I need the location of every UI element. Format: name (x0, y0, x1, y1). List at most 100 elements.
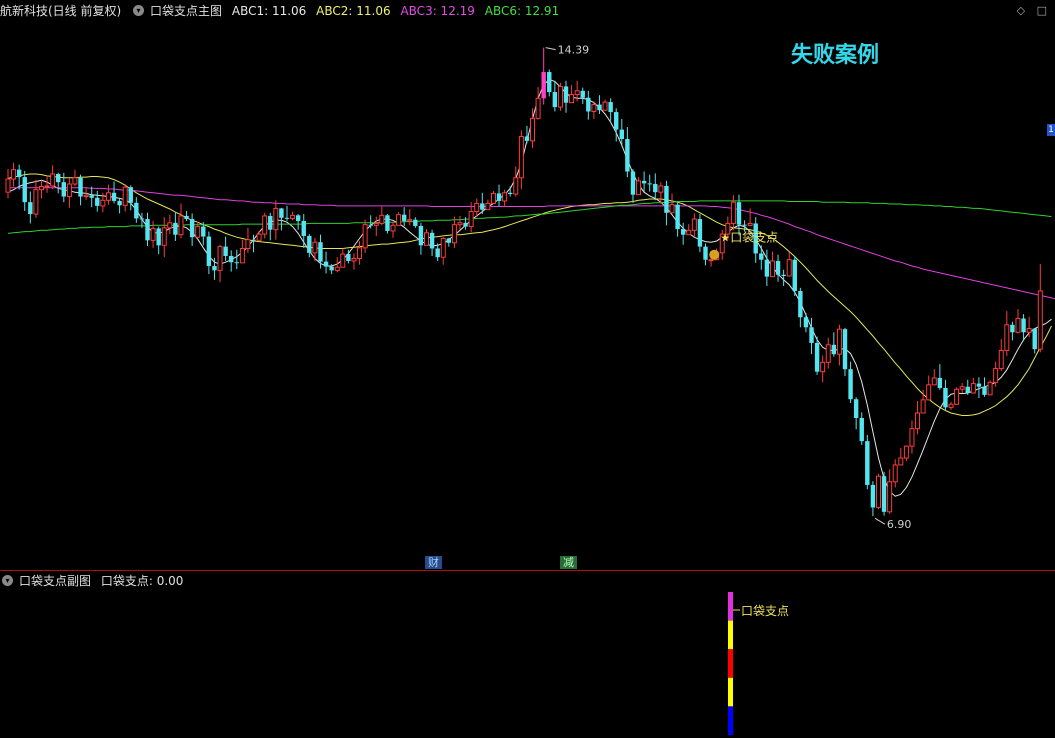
candle-body (664, 185, 669, 213)
candle-body (842, 329, 848, 370)
chevron-down-icon[interactable]: ▾ (133, 5, 145, 16)
candle-body (178, 215, 184, 236)
candle-body (909, 428, 915, 447)
candle-body (407, 219, 413, 222)
candle-body (859, 417, 864, 442)
candle-body (379, 214, 385, 224)
candle-body (401, 214, 407, 221)
candle-body (5, 178, 11, 193)
square-icon[interactable]: □ (1037, 4, 1047, 17)
chevron-down-icon[interactable]: ▾ (2, 575, 13, 586)
candle-body (105, 192, 111, 201)
candle-body (33, 189, 39, 215)
ma-line-abc1 (7, 79, 1052, 497)
low-pointer (874, 517, 886, 525)
abc3-value: ABC3: 12.19 (400, 4, 475, 18)
candlestick-chart: 14.396.90★ 口袋支点 口袋支点 (5, 44, 1055, 735)
candle-body (580, 90, 585, 98)
candle-body (318, 242, 323, 262)
candle-body (78, 177, 83, 197)
candle-body (653, 184, 658, 193)
candle-body (831, 344, 837, 355)
candle-body (619, 129, 624, 139)
candle-body (803, 317, 809, 328)
finance-marker[interactable]: 财 (425, 556, 442, 569)
candle-body (982, 386, 987, 395)
candle-body (524, 136, 530, 141)
indicator-name[interactable]: 口袋支点主图 (150, 4, 222, 18)
candle-body (307, 235, 312, 253)
candle-body (809, 327, 814, 343)
star-icon: ★ (720, 232, 730, 245)
candle-body (134, 202, 139, 219)
main-header: 航新科技(日线 前复权) ▾ 口袋支点主图 ABC1: 11.06 ABC2: 1… (0, 0, 1055, 22)
diamond-icon[interactable]: ◇ (1017, 4, 1025, 17)
candle-body (440, 237, 446, 258)
candle-body (943, 387, 948, 408)
candle-body (496, 193, 502, 201)
candle-body (1032, 328, 1037, 350)
candle-body (820, 361, 826, 373)
candle-body (184, 215, 189, 220)
candle-body (239, 247, 245, 264)
candle-body (563, 86, 569, 103)
candle-body (798, 291, 803, 318)
candle-body (279, 208, 284, 218)
abc2-value: ABC2: 11.06 (316, 4, 391, 18)
candle-body (284, 217, 290, 219)
candle-body (385, 215, 390, 231)
candle-body (1010, 324, 1015, 333)
candle-body (769, 260, 775, 278)
sub-indicator-name[interactable]: 口袋支点副图 (19, 574, 91, 588)
candle-body (145, 219, 150, 241)
reduce-holding-marker[interactable]: 减 (560, 556, 577, 569)
candle-body (413, 219, 418, 226)
stock-name[interactable]: 航新科技(日线 前复权) (0, 4, 121, 18)
candle-body (273, 207, 279, 231)
candle-body (502, 192, 508, 202)
candle-body (825, 344, 831, 363)
candle-body (959, 386, 965, 390)
ma-line-abc2 (7, 173, 1052, 416)
abc1-value: ABC1: 11.06 (231, 4, 307, 18)
candle-body (641, 180, 647, 184)
failure-case-label: 失败案例 (791, 43, 880, 68)
candle-body (965, 386, 970, 393)
candle-body (759, 253, 764, 260)
candle-body (334, 266, 340, 271)
candle-body (424, 232, 429, 246)
candle-body (368, 224, 373, 226)
candle-body (853, 399, 859, 418)
right-edge-badge[interactable]: 1 (1047, 124, 1055, 136)
candle-body (976, 383, 982, 387)
candle-body (552, 92, 558, 108)
candle-body (16, 169, 22, 178)
candle-body (251, 239, 256, 241)
candle-body (223, 246, 228, 256)
candle-body (970, 383, 976, 394)
candle-body (206, 236, 212, 266)
candle-body (792, 259, 797, 291)
candle-body (61, 182, 66, 197)
candle-body (28, 202, 33, 215)
candle-layer (5, 47, 1043, 517)
candle-body (418, 225, 424, 246)
signal-bar-segment (728, 620, 733, 650)
abc6-value: ABC6: 12.91 (484, 4, 560, 18)
candle-body (83, 194, 89, 198)
candle-body (881, 476, 887, 512)
candle-body (150, 227, 156, 241)
candle-body (312, 241, 318, 254)
candle-body (451, 224, 457, 244)
candle-body (786, 259, 792, 277)
candle-body (262, 215, 268, 235)
candle-body (11, 169, 17, 180)
sub-signal-label: 口袋支点 (741, 604, 789, 618)
candle-body (189, 219, 195, 238)
candle-body (346, 254, 351, 261)
signal-bar-segment (728, 677, 733, 707)
candle-body (775, 260, 781, 275)
candle-body (117, 200, 122, 206)
candle-body (903, 445, 909, 459)
candle-body (139, 218, 145, 220)
